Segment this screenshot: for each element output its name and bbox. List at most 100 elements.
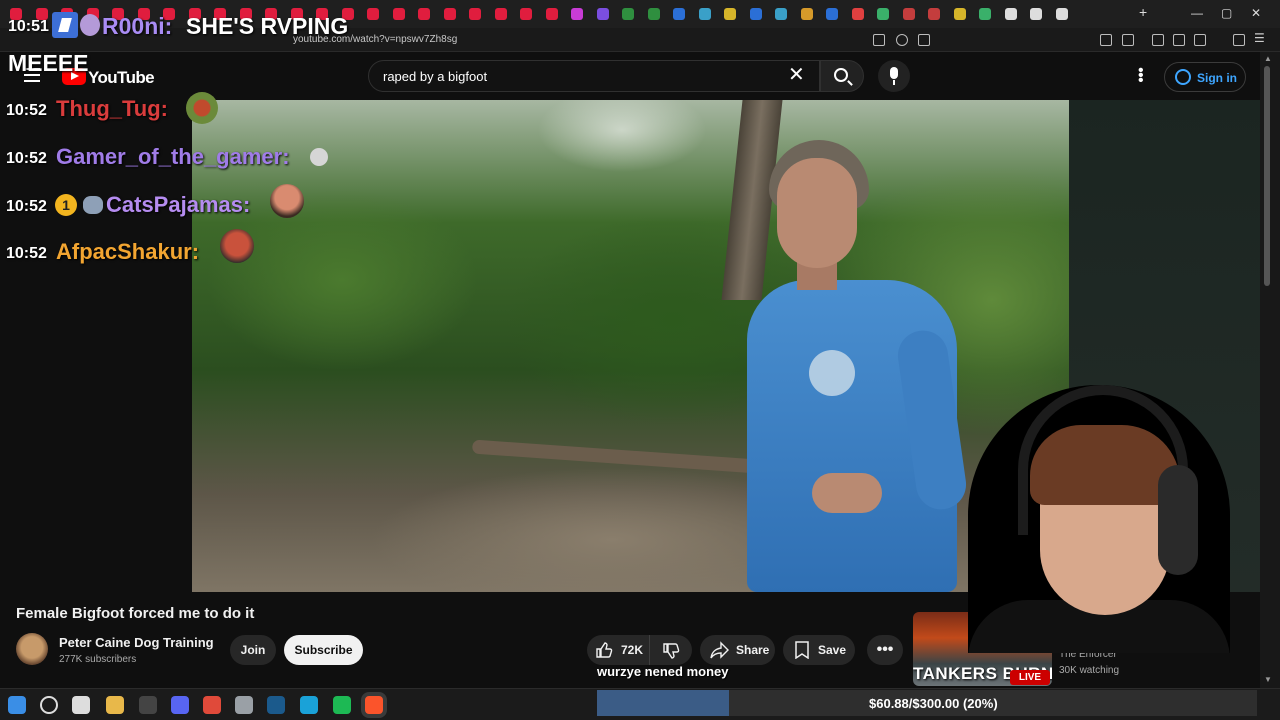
browser-tab-icon[interactable] <box>1030 8 1042 20</box>
browser-tab-icon[interactable] <box>647 8 660 20</box>
browser-tab-icon[interactable] <box>775 8 787 20</box>
channel-name[interactable]: Peter Caine Dog Training <box>59 635 214 650</box>
subscribe-button[interactable]: Subscribe <box>284 635 363 665</box>
browser-tab-icon[interactable] <box>367 8 379 20</box>
spotify-icon[interactable] <box>333 696 351 714</box>
share-button[interactable]: Share <box>700 635 775 665</box>
maximize-icon[interactable]: ▢ <box>1221 6 1232 20</box>
man-in-video <box>747 140 977 592</box>
browser-tab-icon[interactable] <box>851 8 864 20</box>
video-player[interactable] <box>192 100 1069 592</box>
browser-tab-icon[interactable] <box>902 8 915 20</box>
chrome-icon[interactable] <box>203 696 221 714</box>
share-arrow-icon <box>710 641 729 659</box>
browser-tab-icon[interactable] <box>622 8 634 20</box>
browser-tab-icon[interactable] <box>673 8 685 20</box>
sub-badge-icon: 1 <box>55 194 77 216</box>
more-actions-icon[interactable]: ••• <box>867 635 903 665</box>
file-explorer-icon[interactable] <box>106 696 124 714</box>
search-input[interactable]: raped by a bigfoot <box>368 60 820 92</box>
chat-message: SHE'S RVPING <box>186 13 349 39</box>
browser-tab-icon[interactable] <box>494 8 507 20</box>
task-view-icon[interactable] <box>72 696 90 714</box>
settings-menu-icon[interactable]: • • • <box>1138 63 1144 89</box>
steam-icon[interactable] <box>267 696 285 714</box>
scrollbar-thumb[interactable] <box>1264 66 1270 286</box>
extensions-icon[interactable] <box>1100 34 1112 46</box>
scroll-down-icon[interactable]: ▼ <box>1264 675 1272 684</box>
chat-timestamp: 10:52 <box>6 102 47 119</box>
browser-tab-icon[interactable] <box>1055 8 1068 20</box>
subscriber-count: 277K subscribers <box>59 654 137 665</box>
reading-list-icon[interactable] <box>1122 34 1134 46</box>
windows-start-icon[interactable] <box>8 696 26 714</box>
video-title: Female Bigfoot forced me to do it <box>16 605 255 622</box>
browser-tab-icon[interactable] <box>571 8 583 20</box>
menu-icon[interactable]: ☰ <box>1254 31 1266 45</box>
vpn-icon[interactable] <box>1233 34 1245 46</box>
channel-avatar[interactable] <box>16 633 48 665</box>
browser-tab-icon[interactable] <box>443 8 456 20</box>
youtube-logo-text[interactable]: YouTube <box>88 68 155 88</box>
streamer-webcam <box>968 385 1230 653</box>
chat-timestamp: 10:52 <box>6 245 47 262</box>
browser-tab-icon[interactable] <box>418 8 430 20</box>
browser-tab-icon[interactable] <box>520 8 532 20</box>
wallet-icon[interactable] <box>1194 34 1206 46</box>
chat-message-continued: MEEEE <box>8 50 89 76</box>
feather-emote-icon <box>310 148 328 166</box>
face-emote-icon <box>220 229 254 263</box>
close-window-icon[interactable]: ✕ <box>1251 6 1261 20</box>
browser-tab-icon[interactable] <box>545 8 558 20</box>
chat-username: Gamer_of_the_gamer: <box>56 144 290 169</box>
browser-tab-icon[interactable] <box>1004 8 1017 20</box>
search-button[interactable] <box>820 60 864 92</box>
sign-in-button[interactable]: Sign in <box>1164 62 1246 92</box>
search-query-text[interactable]: raped by a bigfoot <box>383 69 487 84</box>
voice-search-button[interactable] <box>878 60 910 92</box>
minimize-icon[interactable]: — <box>1191 6 1203 20</box>
browser-tab-icon[interactable] <box>800 8 813 20</box>
like-button[interactable]: 72K <box>587 635 650 665</box>
sign-in-label: Sign in <box>1197 71 1237 85</box>
zoom-icon[interactable] <box>896 34 908 46</box>
media-icon[interactable] <box>1152 34 1164 46</box>
share-label: Share <box>736 643 770 657</box>
thumbs-down-icon <box>663 643 680 659</box>
pepe-emote-icon <box>186 92 218 124</box>
discord-icon[interactable] <box>171 696 189 714</box>
search-icon[interactable] <box>40 696 58 714</box>
recommended-viewer-count: 30K watching <box>1059 665 1120 676</box>
scroll-up-icon[interactable]: ▲ <box>1264 54 1272 63</box>
edge-icon[interactable] <box>300 696 318 714</box>
obs-icon[interactable] <box>139 696 157 714</box>
browser-tab-icon[interactable] <box>724 8 736 20</box>
chat-username: R00ni: <box>102 13 173 39</box>
browser-tab-icon[interactable] <box>749 8 762 20</box>
browser-tab-icon[interactable] <box>698 8 711 20</box>
chat-username: AfpacShakur: <box>56 239 200 264</box>
page-scrollbar[interactable]: ▲ ▼ <box>1260 52 1280 688</box>
join-button[interactable]: Join <box>230 635 276 665</box>
new-tab-icon[interactable]: + <box>1139 4 1147 20</box>
browser-tab-icon[interactable] <box>877 8 889 20</box>
brave-icon[interactable] <box>365 696 383 714</box>
donation-goal-fill <box>597 690 729 716</box>
like-dislike-group: 72K <box>587 635 692 665</box>
save-button[interactable]: Save <box>783 635 855 665</box>
share-page-icon[interactable] <box>918 34 930 46</box>
browser-tab-icon[interactable] <box>928 8 940 20</box>
clear-search-icon[interactable]: ✕ <box>788 65 805 85</box>
browser-tab-icon[interactable] <box>392 8 405 20</box>
browser-tab-icon[interactable] <box>979 8 991 20</box>
browser-tab-icon[interactable] <box>596 8 609 20</box>
browser-tab-icon[interactable] <box>469 8 481 20</box>
app-icon[interactable] <box>235 696 253 714</box>
browser-tab-icon[interactable] <box>953 8 966 20</box>
sidebar-icon[interactable] <box>1173 34 1185 46</box>
browser-tab-icon[interactable] <box>826 8 838 20</box>
screen-icon[interactable] <box>873 34 885 46</box>
face-emote-icon <box>270 184 304 218</box>
dislike-button[interactable] <box>651 635 692 665</box>
like-count: 72K <box>621 643 644 657</box>
